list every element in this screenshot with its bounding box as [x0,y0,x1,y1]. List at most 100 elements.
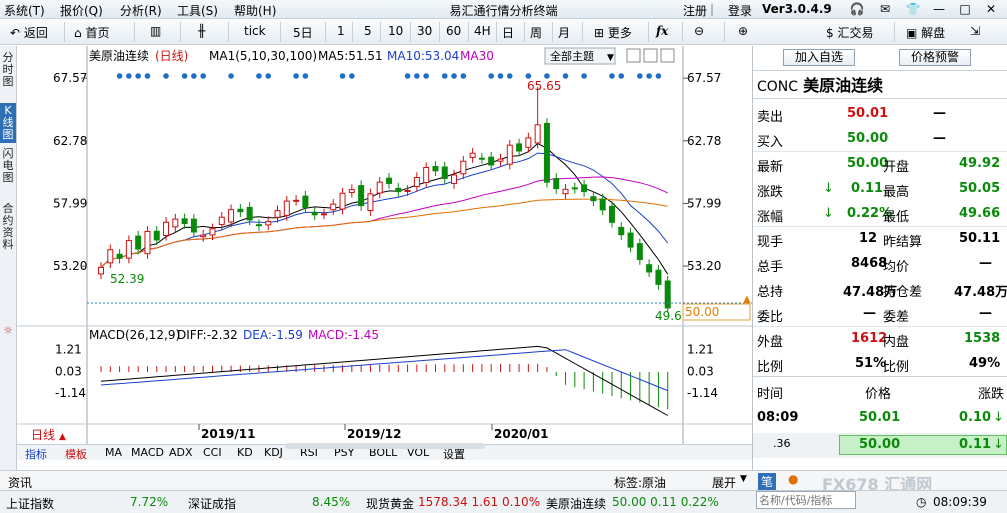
macd-label: MACD(26,12,9) [89,328,180,342]
period-5min[interactable]: 5 [364,24,372,38]
zoom-out-icon[interactable]: ⊖ [694,24,704,38]
candle [144,230,151,255]
search-input-box[interactable] [756,491,856,509]
tab-lightning[interactable]: 闪电图 [0,146,16,198]
expand-icon[interactable]: ⇲ [970,24,980,38]
price-alert-button[interactable]: 价格预警 [899,49,971,66]
more-button[interactable]: ⊞ 更多 [594,24,632,41]
period-1min[interactable]: 1 [337,24,345,38]
period-tab[interactable]: 日线 [31,428,55,442]
login-link[interactable]: 登录 [728,2,752,19]
period-5day[interactable]: 5日 [293,24,313,41]
candle [655,269,662,285]
quote-label: 委差 [883,310,910,325]
period-month[interactable]: 月 [558,24,570,41]
period-10min[interactable]: 10 [388,24,403,38]
chart-restore-icon[interactable] [643,48,658,63]
adx-tab[interactable]: ADX [169,446,193,459]
tick-button[interactable]: tick [244,24,266,38]
skin-icon[interactable]: 👕 [904,1,922,17]
price-tick-label: 62.78 [687,134,721,148]
candle [562,188,569,195]
event-dots[interactable] [116,73,662,79]
zoom-in-icon[interactable]: ⊕ [738,24,748,38]
candle [636,243,643,261]
tab-kline[interactable]: K线图 [0,103,16,143]
period-30min[interactable]: 30 [417,24,432,38]
instrument-header: CONC 美原油连续 [757,72,883,96]
status-name[interactable]: 上证指数 [6,495,54,512]
period-4h[interactable]: 4H [474,24,491,38]
quote-label: 持仓差 [883,285,923,300]
quote-label: 内盘 [883,335,910,350]
chart-minimize-icon[interactable] [626,48,641,63]
ma5-line [100,143,669,275]
candle [395,187,402,193]
candle [571,187,578,190]
event-dot [181,73,188,79]
kd-tab[interactable]: KD [237,446,253,459]
macd-tick-label: 1.21 [687,343,714,357]
bar-chart-icon[interactable]: ▥ [150,24,161,38]
expand-chevron-icon[interactable]: ▼ [740,474,747,484]
close-icon[interactable]: ✕ [982,1,1000,17]
candle [200,234,207,238]
back-button[interactable]: ↶ 返回 [10,24,48,41]
ma-tab[interactable]: MA [105,446,122,459]
minimize-icon[interactable]: — [930,1,948,17]
register-link[interactable]: 注册 [683,2,707,19]
candle [274,210,281,218]
quote-value: — [979,256,992,271]
maximize-icon[interactable]: □ [956,1,974,17]
kline-svg[interactable]: 美原油连续 (日线) MA1(5,10,30,100) MA5:51.51 MA… [17,46,752,444]
candle-icon[interactable]: ╫ [198,24,205,38]
candle [255,224,262,227]
search-input[interactable] [757,492,855,508]
candle [246,206,253,221]
quote-value: 47.48万 [954,285,1007,300]
chart-close-icon[interactable] [660,48,675,63]
settings-gear-icon[interactable]: ☼ [0,325,16,339]
mail-icon[interactable]: ✉ [876,1,894,17]
unlock-button[interactable]: ▣ 解盘 [906,24,945,41]
template-tab[interactable]: 模板 [65,446,87,462]
scrollbar[interactable] [285,443,485,449]
candle [534,124,541,144]
candle [190,218,197,233]
status-name[interactable]: 美原油连续 [546,495,606,512]
tab-contract[interactable]: 合约资料 [0,201,16,261]
home-button[interactable]: ⌂ 首页 [74,24,109,41]
event-dot [581,73,587,79]
news-label[interactable]: 资讯 [8,474,32,491]
coin-icon[interactable]: ● [788,472,798,486]
instrument-code: CONC [757,79,799,95]
period-day[interactable]: 日 [502,24,514,41]
status-name[interactable]: 深证成指 [188,495,236,512]
event-dot [423,73,429,79]
expand-button[interactable]: 展开 [712,474,736,491]
add-watchlist-button[interactable]: 加入自选 [783,49,855,66]
trade-row: .36 50.00 0.11 ↓ [753,433,1007,458]
trade-button[interactable]: $ 汇交易 [826,24,873,41]
quote-label: 涨跌 [757,185,784,200]
trade-header-change: 涨跌 [978,387,1005,402]
formula-button[interactable]: fx [656,24,668,38]
event-dot [441,73,448,79]
period-60min[interactable]: 60 [446,24,461,38]
candle [376,181,383,194]
status-name[interactable]: 现货黄金 [366,495,414,512]
quote-label: 买入 [757,135,784,150]
headset-icon[interactable]: 🎧 [848,1,866,17]
macd-tab[interactable]: MACD [131,446,164,459]
kline-chart-area[interactable]: 美原油连续 (日线) MA1(5,10,30,100) MA5:51.51 MA… [17,46,752,470]
note-icon[interactable]: 笔 [758,473,777,490]
tab-timeshare[interactable]: 分时图 [0,50,16,102]
app-window: 系统(T) 报价(Q) 分析(R) 工具(S) 帮助(H) 易汇通行情分析终端 … [0,0,1007,513]
cci-tab[interactable]: CCI [203,446,222,459]
period-week[interactable]: 周 [530,24,542,41]
kdj-tab[interactable]: KDJ [264,446,283,459]
indicator-tab[interactable]: 指标 [25,446,47,462]
macd-panel [100,345,669,416]
quote-value: 1612 [851,331,888,346]
period-tab-chevron-icon[interactable]: ▲ [59,432,66,442]
